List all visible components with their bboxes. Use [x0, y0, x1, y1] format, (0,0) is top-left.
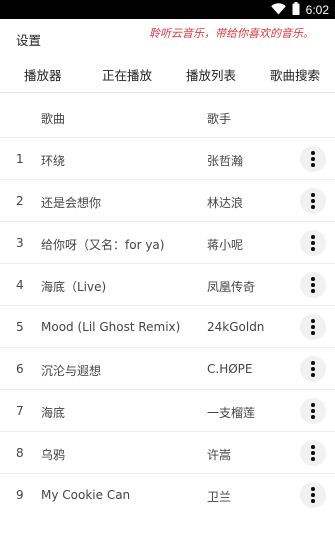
header-song: 歌曲	[41, 112, 66, 126]
row-number: 8	[16, 446, 24, 460]
list-header: 歌曲 歌手	[0, 96, 335, 138]
song-title[interactable]: 环绕	[41, 152, 65, 169]
more-vert-icon[interactable]	[300, 440, 326, 466]
app-bar: 设置 聆听云音乐，带给你喜欢的音乐。	[0, 19, 335, 53]
artist-name: 林达浪	[207, 196, 244, 210]
row-number: 9	[16, 488, 24, 502]
artist-name: 卫兰	[207, 490, 232, 504]
artist-name: 张哲瀚	[207, 154, 244, 168]
menu-player[interactable]: 播放器	[24, 65, 62, 84]
song-row[interactable]: 4 海底（Live) 凤凰传奇	[0, 264, 335, 306]
song-title[interactable]: My Cookie Can	[41, 488, 130, 502]
song-title[interactable]: 海底	[41, 404, 65, 421]
song-row[interactable]: 8 乌鸦 许嵩	[0, 432, 335, 474]
menu-now-playing[interactable]: 正在播放	[102, 65, 152, 84]
settings-title[interactable]: 设置	[16, 30, 41, 49]
status-bar: 6:02	[0, 0, 335, 19]
wifi-icon	[270, 0, 286, 19]
more-vert-icon[interactable]	[300, 356, 326, 382]
song-row[interactable]: 1 环绕 张哲瀚	[0, 138, 335, 180]
more-vert-icon[interactable]	[300, 314, 326, 340]
artist-name: 凤凰传奇	[207, 280, 256, 294]
more-vert-icon[interactable]	[300, 146, 326, 172]
song-row[interactable]: 7 海底 一支榴莲	[0, 390, 335, 432]
status-icons: 6:02	[270, 0, 329, 19]
menu-bar: 播放器 正在播放 播放列表 歌曲搜索	[0, 53, 335, 93]
row-number: 7	[16, 404, 24, 418]
more-vert-icon[interactable]	[300, 272, 326, 298]
song-row[interactable]: 5 Mood (Lil Ghost Remix) 24kGoldn	[0, 306, 335, 348]
artist-name: C.HØPE	[207, 362, 253, 376]
row-number: 6	[16, 362, 24, 376]
menu-song-search[interactable]: 歌曲搜索	[270, 65, 320, 84]
marquee-slogan: 聆听云音乐，带给你喜欢的音乐。	[149, 27, 314, 39]
row-number: 2	[16, 194, 24, 208]
song-title[interactable]: 海底（Live)	[41, 278, 106, 295]
song-row[interactable]: 2 还是会想你 林达浪	[0, 180, 335, 222]
song-title[interactable]: Mood (Lil Ghost Remix)	[41, 320, 180, 334]
more-vert-icon[interactable]	[300, 398, 326, 424]
song-title[interactable]: 给你呀（又名：for ya)	[41, 236, 164, 253]
status-time: 6:02	[305, 2, 329, 17]
artist-name: 24kGoldn	[207, 320, 265, 334]
battery-icon	[292, 0, 300, 19]
song-row[interactable]: 3 给你呀（又名：for ya) 蒋小呢	[0, 222, 335, 264]
row-number: 5	[16, 320, 24, 334]
artist-name: 许嵩	[207, 448, 232, 462]
song-row[interactable]: 9 My Cookie Can 卫兰	[0, 474, 335, 516]
row-number: 4	[16, 278, 24, 292]
song-row[interactable]: 6 沉沦与遐想 C.HØPE	[0, 348, 335, 390]
header-artist: 歌手	[207, 112, 232, 126]
row-number: 3	[16, 236, 24, 250]
artist-name: 一支榴莲	[207, 406, 256, 420]
song-title[interactable]: 乌鸦	[41, 446, 65, 463]
more-vert-icon[interactable]	[300, 230, 326, 256]
more-vert-icon[interactable]	[300, 188, 326, 214]
song-title[interactable]: 还是会想你	[41, 194, 101, 211]
row-number: 1	[16, 152, 24, 166]
more-vert-icon[interactable]	[300, 482, 326, 508]
artist-name: 蒋小呢	[207, 238, 244, 252]
song-title[interactable]: 沉沦与遐想	[41, 362, 101, 379]
menu-playlist[interactable]: 播放列表	[186, 65, 236, 84]
